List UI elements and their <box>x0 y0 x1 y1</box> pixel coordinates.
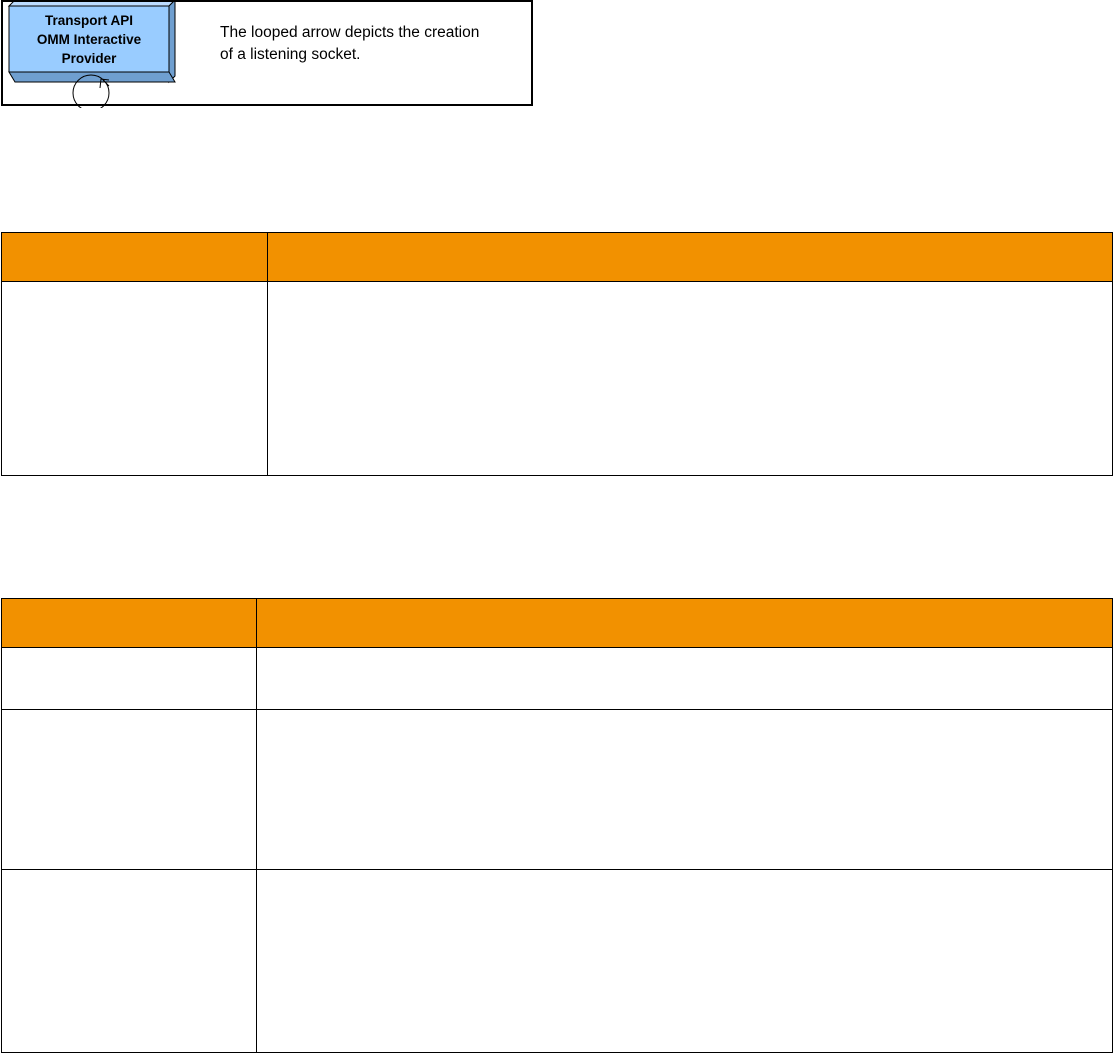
table-1-header-cell-1 <box>1 232 268 282</box>
table-1-row-1-cell-1 <box>1 281 268 476</box>
table-2-row-3-cell-1 <box>1 869 257 1053</box>
table-2-row-2-cell-2 <box>256 709 1113 870</box>
table-2-row-3-cell-2 <box>256 869 1113 1053</box>
table-2-row-1-cell-1 <box>1 647 257 710</box>
table-2-header-cell-1 <box>1 598 257 648</box>
table-1-row-1-cell-2 <box>267 281 1113 476</box>
table-1-header-row <box>1 232 1113 282</box>
table-2-header-cell-2 <box>256 598 1113 648</box>
component-label-line-2: OMM Interactive <box>36 31 142 47</box>
component-label-line-1: Transport API <box>44 12 133 28</box>
component-box-side <box>168 2 176 84</box>
component-label: Transport API OMM Interactive Provider <box>9 6 169 72</box>
table-2 <box>1 598 1113 1053</box>
legend-description: The looped arrow depicts the creation of… <box>220 22 530 66</box>
table-2-row-1-cell-2 <box>256 647 1113 710</box>
table-row <box>1 869 1113 1053</box>
table-1-header-cell-2 <box>267 232 1113 282</box>
legend-description-line-1: The looped arrow depicts the creation <box>220 24 480 41</box>
table-1 <box>1 232 1113 476</box>
legend-description-line-2: of a listening socket. <box>220 46 361 63</box>
table-2-row-2-cell-1 <box>1 709 257 870</box>
component-label-line-3: Provider <box>61 50 117 66</box>
table-row <box>1 281 1113 476</box>
component-box-bottom <box>8 71 176 83</box>
legend-figure: Transport API OMM Interactive Provider T… <box>1 0 533 108</box>
table-2-header-row <box>1 598 1113 648</box>
table-row <box>1 709 1113 870</box>
table-row <box>1 647 1113 710</box>
